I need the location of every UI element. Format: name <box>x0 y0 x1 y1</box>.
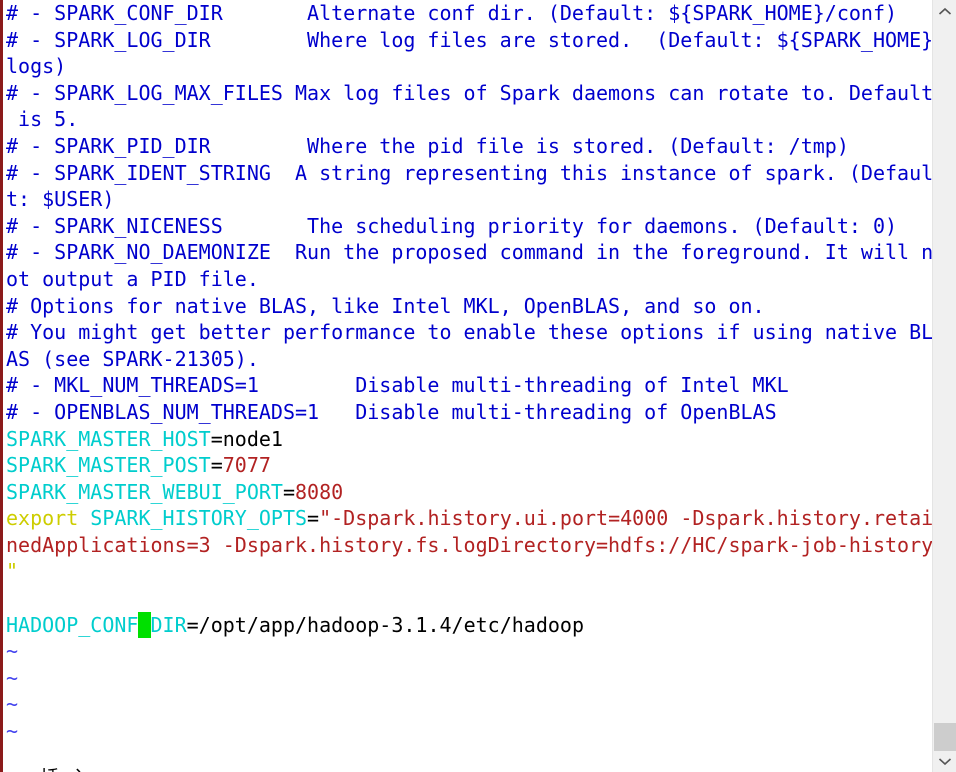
editor-text: = <box>307 506 320 531</box>
editor-text: nedApplications=3 -Dspark.history.fs.log… <box>6 532 932 557</box>
editor-text: # - SPARK_LOG_MAX_FILES Max log files of… <box>6 80 932 105</box>
editor-text: DIR <box>150 612 187 637</box>
editor-text: SPARK_MASTER_HOST <box>6 426 211 451</box>
vim-status-line: -- 插 入 -- 78,12 底 端 <box>3 736 932 772</box>
editor-text: # - SPARK_PID_DIR Where the pid file is … <box>6 133 849 158</box>
vim-text-buffer[interactable]: # - SPARK_CONF_DIR Alternate conf dir. (… <box>3 0 932 745</box>
editor-line[interactable]: AS (see SPARK-21305). <box>3 346 932 373</box>
editor-line[interactable]: # - SPARK_IDENT_STRING A string represen… <box>3 160 932 187</box>
editor-text: # - SPARK_NICENESS The scheduling priori… <box>6 213 898 238</box>
editor-text: # - SPARK_IDENT_STRING A string represen… <box>6 160 932 185</box>
editor-line[interactable]: # - OPENBLAS_NUM_THREADS=1 Disable multi… <box>3 399 932 426</box>
editor-text: # Options for native BLAS, like Intel MK… <box>6 293 765 318</box>
editor-line[interactable]: # - SPARK_CONF_DIR Alternate conf dir. (… <box>3 0 932 27</box>
editor-line[interactable]: # - SPARK_LOG_MAX_FILES Max log files of… <box>3 80 932 107</box>
editor-line[interactable]: # - SPARK_NO_DAEMONIZE Run the proposed … <box>3 239 932 266</box>
chevron-down-icon <box>938 757 952 766</box>
editor-text: # You might get better performance to en… <box>6 320 932 345</box>
editor-text: is 5. <box>6 107 79 132</box>
scroll-up-button[interactable] <box>933 0 956 22</box>
editor-line[interactable]: nedApplications=3 -Dspark.history.fs.log… <box>3 532 932 559</box>
editor-line[interactable]: t: $USER) <box>3 186 932 213</box>
editor-text: SPARK_HISTORY_OPTS <box>90 506 308 531</box>
vim-mode-indicator: -- 插 入 -- <box>6 764 124 772</box>
editor-text: logs) <box>6 54 67 79</box>
editor-line[interactable]: SPARK_MASTER_POST=7077 <box>3 452 932 479</box>
editor-text: ~ <box>6 692 19 717</box>
editor-line[interactable] <box>3 585 932 612</box>
text-cursor: _ <box>138 611 151 639</box>
editor-line[interactable]: # - MKL_NUM_THREADS=1 Disable multi-thre… <box>3 372 932 399</box>
editor-line[interactable]: " <box>3 558 932 585</box>
vertical-scrollbar[interactable] <box>932 0 956 772</box>
editor-text: ~ <box>6 665 19 690</box>
editor-text: 8080 <box>295 479 344 504</box>
editor-line[interactable]: ot output a PID file. <box>3 266 932 293</box>
chevron-up-icon <box>938 7 952 16</box>
editor-text: = <box>282 479 295 504</box>
editor-line[interactable]: is 5. <box>3 106 932 133</box>
editor-line[interactable]: # Options for native BLAS, like Intel MK… <box>3 293 932 320</box>
editor-text: export <box>6 506 79 531</box>
scroll-down-button[interactable] <box>933 750 956 772</box>
editor-text <box>78 506 90 530</box>
editor-line[interactable]: ~ <box>3 638 932 665</box>
editor-text: # - SPARK_CONF_DIR Alternate conf dir. (… <box>6 1 898 25</box>
editor-text: ~ <box>6 639 19 664</box>
editor-text: t: $USER) <box>6 187 115 212</box>
editor-text: AS (see SPARK-21305). <box>6 346 259 371</box>
editor-line[interactable]: SPARK_MASTER_WEBUI_PORT=8080 <box>3 479 932 506</box>
scrollbar-thumb[interactable] <box>934 723 956 751</box>
editor-text: = <box>210 453 223 478</box>
editor-text: # - SPARK_NO_DAEMONIZE Run the proposed … <box>6 240 932 265</box>
editor-text: ot output a PID file. <box>6 266 259 291</box>
editor-line[interactable]: # - SPARK_LOG_DIR Where log files are st… <box>3 27 932 54</box>
editor-line[interactable]: # You might get better performance to en… <box>3 319 932 346</box>
editor-text: # - SPARK_LOG_DIR Where log files are st… <box>6 27 932 52</box>
editor-line[interactable]: # - SPARK_PID_DIR Where the pid file is … <box>3 133 932 160</box>
editor-text: =/opt/app/hadoop-3.1.4/etc/hadoop <box>186 612 584 637</box>
editor-line[interactable]: # - SPARK_NICENESS The scheduling priori… <box>3 213 932 240</box>
terminal-window: # - SPARK_CONF_DIR Alternate conf dir. (… <box>0 0 956 772</box>
editor-line[interactable]: SPARK_MASTER_HOST=node1 <box>3 426 932 453</box>
editor-text: 7077 <box>222 453 271 478</box>
editor-line[interactable]: logs) <box>3 53 932 80</box>
editor-line[interactable]: export SPARK_HISTORY_OPTS="-Dspark.histo… <box>3 505 932 532</box>
editor-text: "-Dspark.history.ui.port=4000 -Dspark.hi… <box>319 506 932 531</box>
editor-text: # - MKL_NUM_THREADS=1 Disable multi-thre… <box>6 373 789 398</box>
editor-text: " <box>6 559 19 584</box>
editor-text: SPARK_MASTER_POST <box>6 453 211 478</box>
editor-text: HADOOP_CONF <box>6 612 139 637</box>
editor-text: # - OPENBLAS_NUM_THREADS=1 Disable multi… <box>6 399 777 424</box>
scrollbar-track[interactable] <box>933 22 956 750</box>
editor-text: SPARK_MASTER_WEBUI_PORT <box>6 479 283 504</box>
vim-editor-area[interactable]: # - SPARK_CONF_DIR Alternate conf dir. (… <box>3 0 932 772</box>
editor-text: =node1 <box>210 426 283 451</box>
editor-line[interactable]: HADOOP_CONF_DIR=/opt/app/hadoop-3.1.4/et… <box>3 611 932 639</box>
editor-line[interactable]: ~ <box>3 691 932 718</box>
editor-line[interactable]: ~ <box>3 665 932 692</box>
